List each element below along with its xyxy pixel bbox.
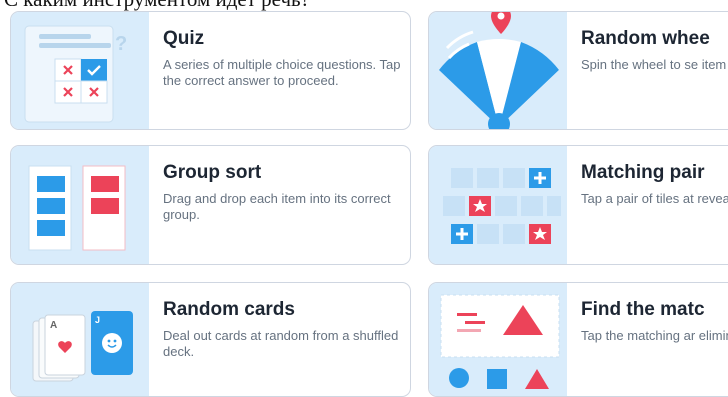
template-title: Find the matc: [581, 299, 705, 320]
template-card-find-the-match[interactable]: Find the matc Tap the matching ar elimin…: [428, 282, 728, 397]
random-wheel-icon: [439, 12, 567, 129]
quiz-icon: ?: [24, 25, 127, 123]
template-card-random-cards[interactable]: A J Random cards Deal out cards at rando…: [10, 282, 411, 397]
random-cards-thumbnail: A J: [11, 283, 149, 396]
matching-pairs-thumbnail: [429, 146, 567, 264]
template-title: Quiz: [163, 28, 205, 49]
group-sort-icon: [28, 165, 126, 251]
find-the-match-icon: [440, 294, 560, 389]
template-description: Drag and drop each item into its correct…: [163, 191, 391, 222]
template-description: Deal out cards at random from a shuffled…: [163, 328, 399, 359]
template-description: Tap the matching ar eliminate it. Repeat…: [581, 328, 728, 343]
template-description: A series of multiple choice questions. T…: [163, 57, 401, 88]
template-title: Group sort: [163, 162, 262, 183]
template-title: Random whee: [581, 28, 710, 49]
group-sort-thumbnail: [11, 146, 149, 264]
template-title: Matching pair: [581, 162, 705, 183]
random-wheel-thumbnail: [429, 12, 567, 129]
template-card-group-sort[interactable]: Group sort Drag and drop each item into …: [10, 145, 411, 265]
template-description: Tap a pair of tiles at reveal if they ar…: [581, 191, 728, 206]
template-card-matching-pairs[interactable]: Matching pair Tap a pair of tiles at rev…: [428, 145, 728, 265]
template-description: Spin the wheel to se item comes up next: [581, 57, 728, 72]
template-card-quiz[interactable]: ? Quiz A series of multiple choice quest…: [10, 11, 411, 130]
matching-pairs-icon: [443, 168, 561, 244]
svg-text:A: A: [50, 320, 57, 331]
find-the-match-thumbnail: [429, 283, 567, 396]
svg-text:J: J: [95, 315, 100, 325]
random-cards-icon: A J: [32, 311, 133, 382]
template-card-random-wheel[interactable]: Random whee Spin the wheel to se item co…: [428, 11, 728, 130]
svg-text:?: ?: [115, 33, 127, 55]
page-heading: С каким инструментом идет речь?: [4, 0, 310, 11]
template-title: Random cards: [163, 299, 295, 320]
quiz-thumbnail: ?: [11, 12, 149, 129]
